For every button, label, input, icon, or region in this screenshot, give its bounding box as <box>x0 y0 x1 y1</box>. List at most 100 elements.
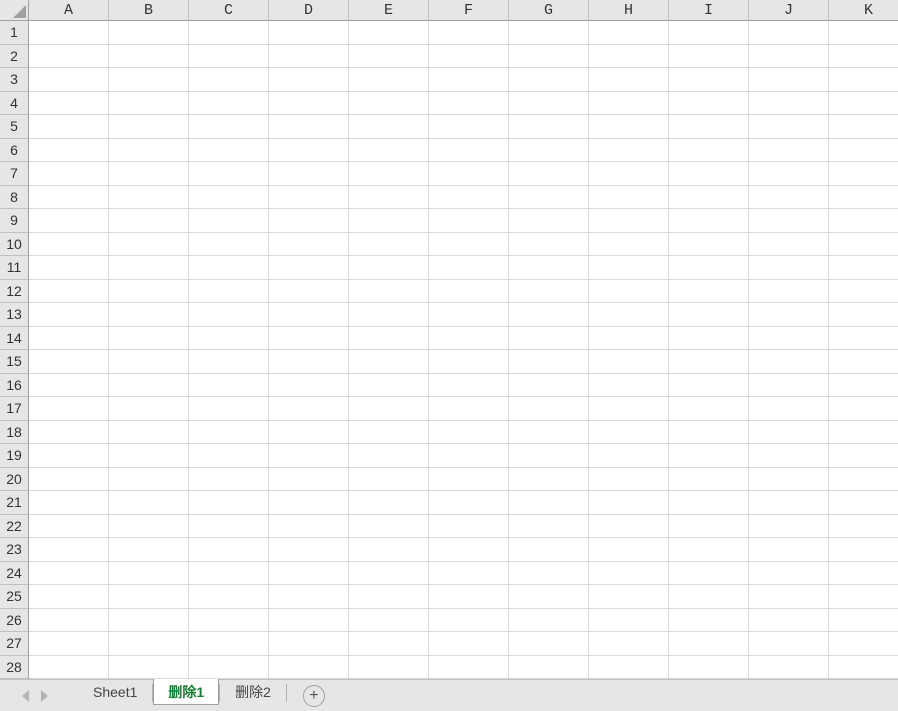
cell[interactable] <box>669 656 749 680</box>
cell[interactable] <box>509 491 589 515</box>
cell[interactable] <box>269 139 349 163</box>
cell[interactable] <box>509 186 589 210</box>
cell[interactable] <box>589 609 669 633</box>
cell[interactable] <box>269 115 349 139</box>
cell[interactable] <box>829 186 898 210</box>
cell[interactable] <box>829 468 898 492</box>
cell[interactable] <box>589 162 669 186</box>
cell[interactable] <box>749 92 829 116</box>
row-header[interactable]: 17 <box>0 397 29 421</box>
cell[interactable] <box>429 350 509 374</box>
cell[interactable] <box>349 68 429 92</box>
cell[interactable] <box>669 562 749 586</box>
column-header[interactable]: E <box>349 0 429 21</box>
cell[interactable] <box>29 491 109 515</box>
cell[interactable] <box>509 327 589 351</box>
cell[interactable] <box>829 92 898 116</box>
select-all-corner[interactable] <box>0 0 29 21</box>
cell[interactable] <box>189 115 269 139</box>
cell[interactable] <box>589 491 669 515</box>
cell[interactable] <box>509 609 589 633</box>
cell[interactable] <box>749 350 829 374</box>
cell[interactable] <box>429 656 509 680</box>
cell[interactable] <box>829 374 898 398</box>
cell[interactable] <box>429 92 509 116</box>
cell[interactable] <box>509 280 589 304</box>
cell[interactable] <box>269 350 349 374</box>
cell[interactable] <box>669 444 749 468</box>
cell[interactable] <box>589 45 669 69</box>
column-header[interactable]: J <box>749 0 829 21</box>
cell[interactable] <box>669 209 749 233</box>
cell[interactable] <box>589 632 669 656</box>
cell[interactable] <box>669 256 749 280</box>
cell[interactable] <box>749 327 829 351</box>
cell[interactable] <box>29 21 109 45</box>
column-header[interactable]: A <box>29 0 109 21</box>
cell[interactable] <box>509 233 589 257</box>
cell[interactable] <box>589 21 669 45</box>
cell[interactable] <box>829 139 898 163</box>
cell[interactable] <box>189 92 269 116</box>
cell[interactable] <box>509 538 589 562</box>
cell[interactable] <box>349 444 429 468</box>
cell[interactable] <box>349 397 429 421</box>
row-header[interactable]: 21 <box>0 491 29 515</box>
cell[interactable] <box>749 397 829 421</box>
cell[interactable] <box>109 609 189 633</box>
cell[interactable] <box>109 515 189 539</box>
column-header[interactable]: K <box>829 0 898 21</box>
cell[interactable] <box>189 21 269 45</box>
cell[interactable] <box>349 45 429 69</box>
cell[interactable] <box>669 632 749 656</box>
cell[interactable] <box>269 162 349 186</box>
cell[interactable] <box>29 656 109 680</box>
cell[interactable] <box>269 303 349 327</box>
cell[interactable] <box>349 209 429 233</box>
cell[interactable] <box>29 397 109 421</box>
cell[interactable] <box>349 350 429 374</box>
cell[interactable] <box>29 92 109 116</box>
cell[interactable] <box>509 444 589 468</box>
cell[interactable] <box>269 45 349 69</box>
cell[interactable] <box>669 421 749 445</box>
cell[interactable] <box>669 538 749 562</box>
cell[interactable] <box>669 139 749 163</box>
cell[interactable] <box>269 538 349 562</box>
cell[interactable] <box>429 327 509 351</box>
cell[interactable] <box>29 609 109 633</box>
cell[interactable] <box>829 562 898 586</box>
row-header[interactable]: 5 <box>0 115 29 139</box>
cell[interactable] <box>509 209 589 233</box>
cell[interactable] <box>269 280 349 304</box>
cell[interactable] <box>349 303 429 327</box>
cell[interactable] <box>349 256 429 280</box>
cell[interactable] <box>189 538 269 562</box>
cell[interactable] <box>509 350 589 374</box>
cell[interactable] <box>669 515 749 539</box>
cell[interactable] <box>429 162 509 186</box>
row-header[interactable]: 15 <box>0 350 29 374</box>
cell[interactable] <box>109 280 189 304</box>
cell[interactable] <box>589 585 669 609</box>
cell[interactable] <box>829 538 898 562</box>
cell[interactable] <box>749 303 829 327</box>
cell[interactable] <box>749 233 829 257</box>
cell[interactable] <box>669 45 749 69</box>
cell[interactable] <box>29 139 109 163</box>
column-header[interactable]: F <box>429 0 509 21</box>
row-header[interactable]: 3 <box>0 68 29 92</box>
row-header[interactable]: 28 <box>0 656 29 680</box>
cell[interactable] <box>269 632 349 656</box>
cell[interactable] <box>29 45 109 69</box>
cell[interactable] <box>509 585 589 609</box>
cell[interactable] <box>429 139 509 163</box>
cell[interactable] <box>829 656 898 680</box>
cell[interactable] <box>749 421 829 445</box>
cell[interactable] <box>829 233 898 257</box>
cell[interactable] <box>669 327 749 351</box>
cell[interactable] <box>29 115 109 139</box>
cell[interactable] <box>109 162 189 186</box>
column-header[interactable]: D <box>269 0 349 21</box>
cell[interactable] <box>829 444 898 468</box>
